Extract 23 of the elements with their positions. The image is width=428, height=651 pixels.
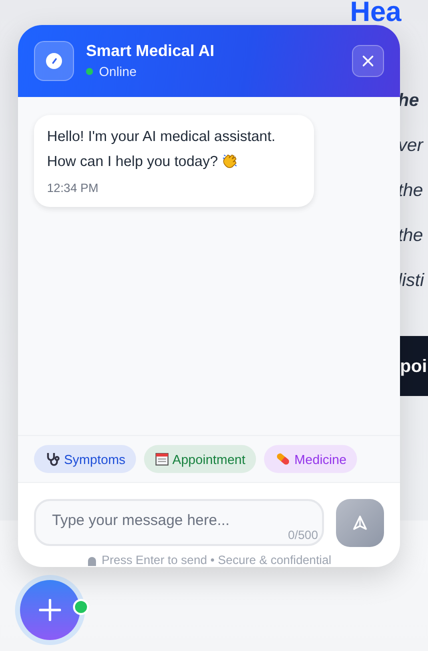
quick-action-chip[interactable]: Symptoms [34,445,136,473]
stethoscope-icon [45,451,61,467]
calendar-icon [155,452,170,466]
close-icon [362,55,374,67]
hint-text: Press Enter to send • Secure & confidential [102,553,332,567]
plus-icon [39,599,61,621]
quick-action-chip[interactable]: Appointment [144,445,256,473]
message-text: Hello! I'm your AI medical assistant. How can I help you today? [47,128,276,172]
page-text: ver [398,134,424,157]
send-icon [352,515,368,531]
page-button[interactable]: poi [398,336,428,396]
add-button[interactable] [20,580,80,640]
character-counter: 0/500 [288,528,318,542]
page-heading: Hea [350,0,402,24]
status-text: Online [99,64,137,79]
close-button[interactable] [352,45,384,77]
chat-title: Smart Medical AI [86,43,216,61]
lock-icon [86,554,97,566]
quick-action-chip[interactable]: Medicine [264,445,358,473]
avatar-icon [34,41,74,81]
send-button[interactable] [336,499,384,547]
waving-hand-icon [222,152,239,169]
message-time: 12:34 PM [47,181,100,195]
